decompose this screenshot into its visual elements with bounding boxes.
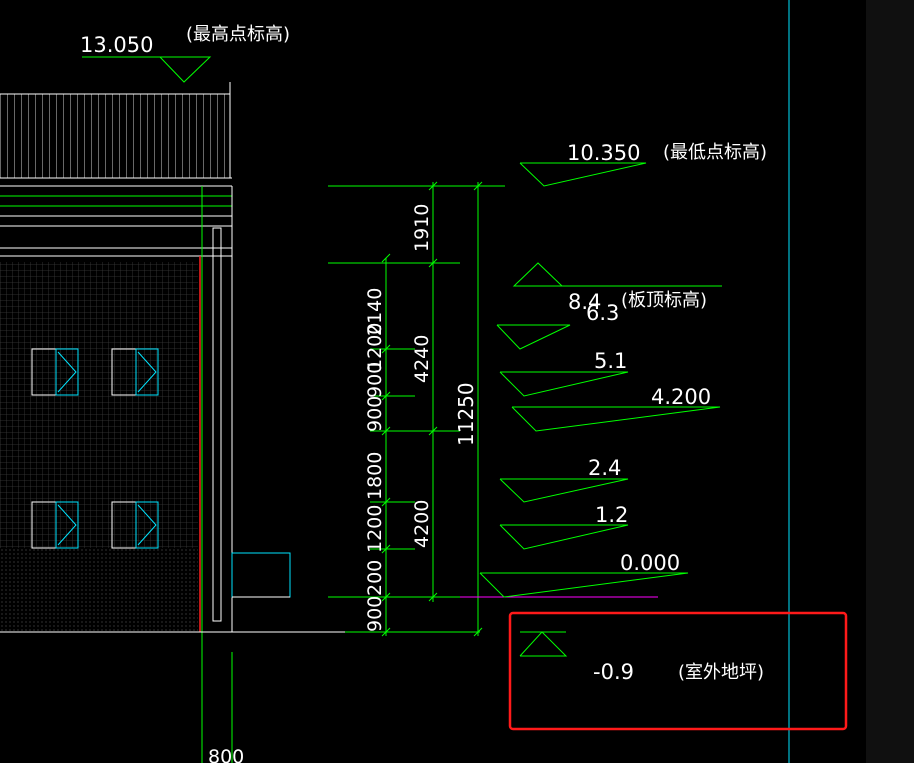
dimension-900-bottom: 900 bbox=[364, 596, 386, 632]
dimension-11250: 11250 bbox=[454, 382, 478, 446]
elevation-4200-value: 4.200 bbox=[651, 385, 711, 409]
dimension-200-a: 200 bbox=[364, 560, 386, 596]
cad-drawing-canvas[interactable]: 13.050 (最高点标高) 10.350 (最低点标高) 8.4 6.3 (板… bbox=[0, 0, 914, 763]
dimension-4200: 4200 bbox=[411, 500, 433, 548]
elevation-10350-note: (最低点标高) bbox=[663, 142, 767, 163]
right-panel-strip bbox=[866, 0, 914, 763]
elevation-outdoor-note: (室外地坪) bbox=[678, 662, 764, 683]
dimension-4240: 4240 bbox=[411, 335, 433, 383]
brick-wall bbox=[0, 262, 198, 548]
dimension-1200-a: 1200 bbox=[364, 505, 386, 553]
building-facade bbox=[0, 82, 360, 763]
elevation-13050-note: (最高点标高) bbox=[186, 24, 290, 45]
elevation-63-value: 6.3 bbox=[586, 301, 619, 325]
elevation-13050-value: 13.050 bbox=[80, 33, 153, 57]
elevation-24-value: 2.4 bbox=[588, 456, 621, 480]
elevation-51-value: 5.1 bbox=[594, 349, 627, 373]
elevation-outdoor-value: -0.9 bbox=[593, 660, 634, 684]
door-canopy bbox=[231, 552, 291, 598]
roof-parapet bbox=[0, 94, 230, 178]
elevation-0000-value: 0.000 bbox=[620, 551, 680, 575]
elevation-10350-value: 10.350 bbox=[567, 141, 640, 165]
elevation-drawing: 13.050 (最高点标高) 10.350 (最低点标高) 8.4 6.3 (板… bbox=[0, 0, 914, 763]
dimension-2140: 2140 bbox=[364, 288, 386, 336]
dimension-800: 800 bbox=[208, 746, 244, 763]
dimension-1800: 1800 bbox=[364, 452, 386, 500]
dimension-1910: 1910 bbox=[411, 204, 433, 252]
dimension-900-b: 900 bbox=[364, 396, 386, 432]
elevation-84-note: (板顶标高) bbox=[621, 290, 707, 311]
column bbox=[212, 227, 222, 622]
base-wall bbox=[0, 548, 198, 632]
elevation-mark-13050 bbox=[82, 56, 212, 83]
elevation-12-value: 1.2 bbox=[595, 503, 628, 527]
